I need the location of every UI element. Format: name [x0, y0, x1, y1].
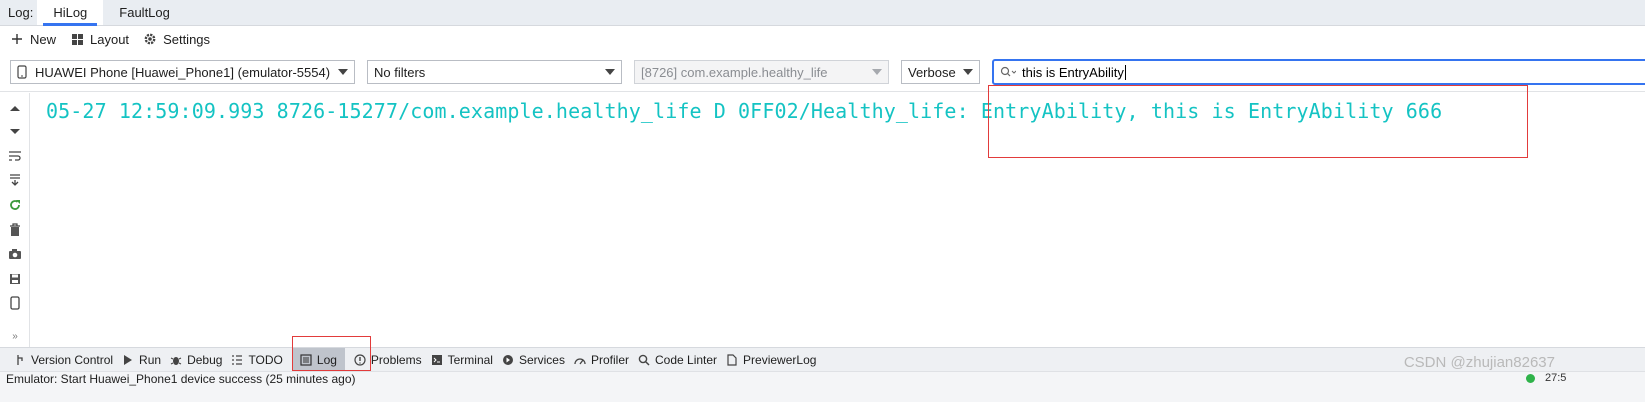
log-output-area[interactable]: 05-27 12:59:09.993 8726-15277/com.exampl… — [31, 85, 1645, 347]
filter-preset-value: No filters — [374, 64, 426, 80]
tool-terminal[interactable]: Terminal — [431, 348, 502, 371]
tool-label: Run — [139, 352, 162, 367]
scroll-down-icon[interactable] — [8, 125, 22, 139]
watermark: CSDN @zhujian82637 — [1403, 354, 1555, 371]
file-icon — [726, 353, 738, 366]
chevron-down-icon — [605, 69, 615, 75]
device-select-value: HUAWEI Phone [Huawei_Phone1] (emulator-5… — [35, 64, 331, 80]
device-icon[interactable] — [8, 296, 22, 310]
log-tab-strip: Log: HiLog FaultLog — [0, 0, 1645, 26]
highlight-box-log-tool — [292, 336, 371, 371]
save-icon[interactable] — [8, 272, 22, 286]
log-label: Log: — [8, 5, 34, 20]
plus-icon — [10, 32, 24, 46]
settings-label: Settings — [163, 31, 211, 47]
process-select-value: [8726] com.example.healthy_life — [641, 64, 828, 80]
tool-profiler[interactable]: Profiler — [574, 348, 638, 371]
profiler-icon — [574, 354, 586, 366]
highlight-box-log-match — [988, 85, 1528, 158]
tool-services[interactable]: Services — [502, 348, 574, 371]
device-select[interactable]: HUAWEI Phone [Huawei_Phone1] (emulator-5… — [10, 60, 355, 84]
tool-label: Profiler — [590, 352, 629, 367]
tool-window-bar: Version Control Run Debug TODO Log Probl… — [0, 347, 1645, 371]
new-label: New — [30, 31, 57, 47]
status-message[interactable]: Emulator: Start Huawei_Phone1 device suc… — [6, 372, 356, 386]
tool-debug[interactable]: Debug — [170, 348, 231, 371]
services-icon — [502, 354, 514, 366]
version-control-icon — [14, 354, 26, 366]
run-icon — [122, 354, 134, 366]
layout-button[interactable]: Layout — [70, 32, 129, 47]
tab-faultlog[interactable]: FaultLog — [103, 0, 186, 25]
new-button[interactable]: New — [10, 32, 56, 47]
log-action-bar: New Layout Settings — [0, 27, 1645, 51]
status-indicator — [1526, 374, 1535, 383]
tool-version-control[interactable]: Version Control — [14, 348, 122, 371]
scroll-up-icon[interactable] — [8, 101, 22, 115]
soft-wrap-icon[interactable] — [8, 149, 22, 163]
more-icon[interactable]: » — [8, 329, 22, 343]
layout-icon — [70, 32, 84, 46]
settings-button[interactable]: Settings — [143, 32, 210, 47]
log-level-select[interactable]: Verbose — [901, 60, 980, 84]
restart-icon[interactable] — [8, 198, 22, 212]
chevron-down-icon — [872, 69, 882, 75]
search-icon — [638, 354, 650, 366]
log-search-value: this is EntryAbility — [1022, 64, 1124, 80]
log-side-toolbar: » — [0, 93, 30, 347]
log-level-value: Verbose — [908, 64, 956, 80]
process-select[interactable]: [8726] com.example.healthy_life — [634, 60, 889, 84]
tool-label: Terminal — [447, 352, 493, 367]
tool-label: Version Control — [31, 352, 114, 367]
chevron-down-icon — [338, 69, 348, 75]
log-search-field[interactable]: this is EntryAbility — [992, 59, 1645, 85]
tool-todo[interactable]: TODO — [231, 348, 291, 371]
scroll-to-end-icon[interactable] — [8, 173, 22, 187]
filter-preset-select[interactable]: No filters — [367, 60, 622, 84]
status-time: 27:5 — [1545, 372, 1567, 384]
layout-label: Layout — [90, 31, 130, 47]
search-icon — [1000, 66, 1016, 78]
status-bar: Emulator: Start Huawei_Phone1 device suc… — [0, 371, 1645, 402]
text-caret — [1124, 64, 1126, 80]
list-icon — [231, 354, 243, 366]
bug-icon — [170, 354, 182, 366]
tool-code-linter[interactable]: Code Linter — [638, 348, 726, 371]
trash-icon[interactable] — [8, 223, 22, 237]
tool-label: Services — [518, 352, 565, 367]
tool-label: Debug — [187, 352, 223, 367]
terminal-icon — [431, 354, 443, 366]
tool-label: PreviewerLog — [743, 352, 817, 367]
tool-label: Code Linter — [655, 352, 718, 367]
tab-hilog[interactable]: HiLog — [37, 0, 104, 26]
tool-label: TODO — [248, 352, 283, 367]
phone-icon — [17, 65, 27, 79]
tool-previewer-log[interactable]: PreviewerLog — [726, 348, 825, 371]
gear-icon — [143, 32, 157, 46]
tool-label: Problems — [370, 352, 422, 367]
tool-run[interactable]: Run — [122, 348, 170, 371]
chevron-down-icon — [963, 69, 973, 75]
camera-icon[interactable] — [8, 247, 22, 261]
